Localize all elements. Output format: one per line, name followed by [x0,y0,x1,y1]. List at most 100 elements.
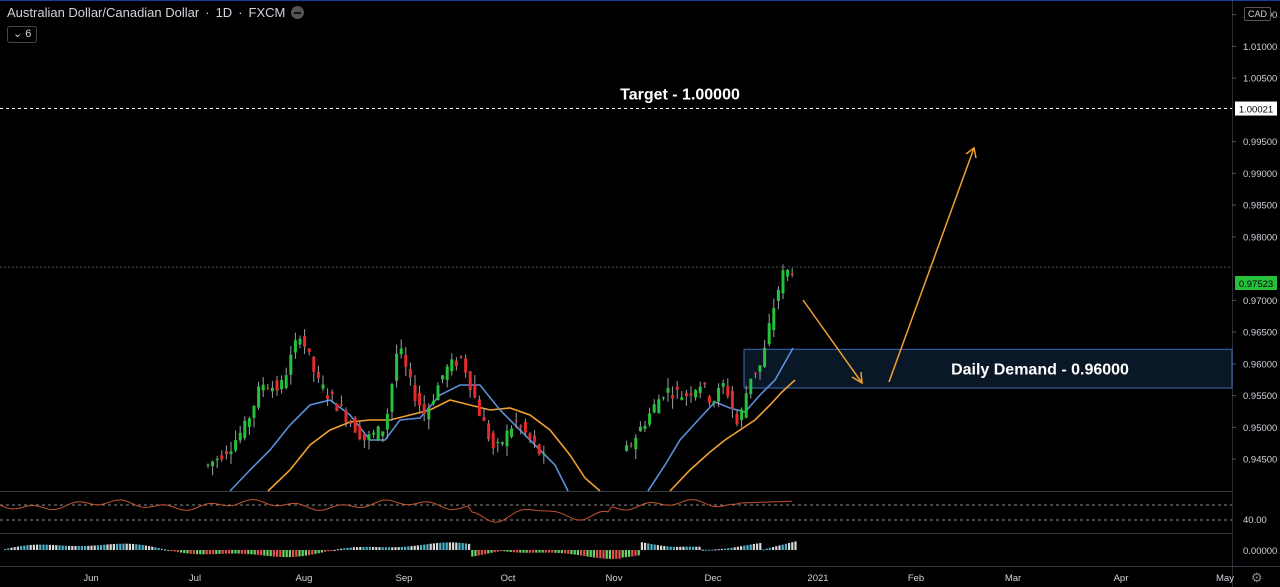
candle-body [307,348,311,352]
oscillator-bar [269,550,272,557]
separator-dot: · [205,5,210,20]
oscillator-bar [80,546,83,550]
oscillator-bar [106,544,109,550]
oscillator-bar [660,545,663,550]
oscillator-bar [602,550,605,559]
oscillator-bar [416,545,419,550]
price-tick-label: 0.95500 [1243,391,1277,402]
oscillator-bar [708,549,711,551]
oscillator-bar [378,547,381,550]
oscillator-bar [784,543,787,550]
candle-body [441,375,445,380]
candle-body [473,384,477,398]
oscillator-bar [791,542,794,550]
visibility-toggle-icon[interactable] [291,6,305,19]
oscillator-bar [618,550,621,559]
oscillator-bar [93,545,96,550]
gear-icon[interactable]: ⚙ [1251,570,1263,586]
candles [206,264,794,476]
time-axis-label: Mar [1005,573,1021,584]
oscillator-bar [308,550,311,556]
candle-body [657,399,661,414]
candle-body [652,404,656,413]
oscillator-bar [701,549,704,551]
candle-body [505,430,509,447]
candle-body [445,366,449,380]
candle-body [431,400,435,405]
price-tick-label: 1.00500 [1243,74,1277,85]
interval[interactable]: 1D [216,5,233,20]
candle-body [772,307,776,331]
oscillator-bar [557,550,560,553]
oscillator-bar [644,542,647,550]
oscillator-bar [384,547,387,550]
oscillator-bar [343,548,346,550]
oscillator-bar [112,543,115,550]
oscillator-bar [752,544,755,550]
candle-body [528,433,532,440]
candle-body [316,371,320,379]
candle-body [684,392,688,397]
oscillator-bar [240,550,243,554]
oscillator-bar [144,545,147,550]
oscillator-bar [58,545,61,550]
candle-body [418,393,422,406]
time-axis-label: Jul [189,573,201,584]
oscillator-bar [237,550,240,554]
oscillator-bar [682,546,685,550]
oscillator-bar [669,546,672,550]
oscillator-bar [10,547,13,550]
oscillator-bar [295,550,298,557]
oscillator-bar [448,542,451,550]
oscillator-bar [266,550,269,556]
oscillator-bar [205,550,208,555]
current-price-label: 0.97523 [1239,279,1273,290]
price-tick-label: 0.98500 [1243,201,1277,212]
oscillator-bar [484,550,487,555]
oscillator-bar [605,550,608,559]
oscillator-bar [772,547,775,550]
candle-body [629,444,633,446]
candle-body [519,425,523,428]
candle-body [744,393,748,418]
candle-body [335,403,339,412]
data-source: FXCM [248,5,286,20]
oscillator-bar [77,546,80,550]
oscillator-bar [231,550,234,554]
candle-body [353,417,357,433]
oscillator-bar [781,544,784,550]
symbol-name[interactable]: Australian Dollar/Canadian Dollar [7,5,199,20]
candle-body [625,445,629,451]
candle-body [643,425,647,429]
oscillator-bar [346,547,349,550]
candle-body [270,387,274,392]
candle-body [735,413,739,425]
oscillator-bar [621,550,624,558]
candle-body [215,458,219,461]
oscillator-bar [119,543,122,550]
oscillator-bar [304,550,307,556]
candle-body [224,451,228,455]
oscillator-bar [778,545,781,550]
indicators-toggle[interactable]: ⌄ 6 [7,26,38,43]
oscillator-bar [698,546,701,550]
oscillator-bar [208,550,211,555]
candle-body [298,338,302,345]
oscillator-bar [474,550,477,557]
time-axis-label: May [1216,573,1234,584]
price-tick-label: 1.01000 [1243,42,1277,53]
oscillator-bar [452,542,455,550]
currency-badge[interactable]: CAD [1244,7,1272,21]
oscillator-bar [183,550,186,554]
candle-body [238,432,242,441]
price-chart[interactable]: 1.015001.010001.005000.995000.990000.985… [0,0,1280,587]
oscillator-bar [756,543,759,550]
price-tick-label: 0.95000 [1243,423,1277,434]
oscillator-bar [711,549,714,551]
oscillator-bar [532,550,535,553]
candle-body [293,340,297,353]
oscillator-bar [333,549,336,551]
oscillator-bar [464,543,467,550]
candle-body [280,379,284,390]
oscillator-bar [247,550,250,555]
